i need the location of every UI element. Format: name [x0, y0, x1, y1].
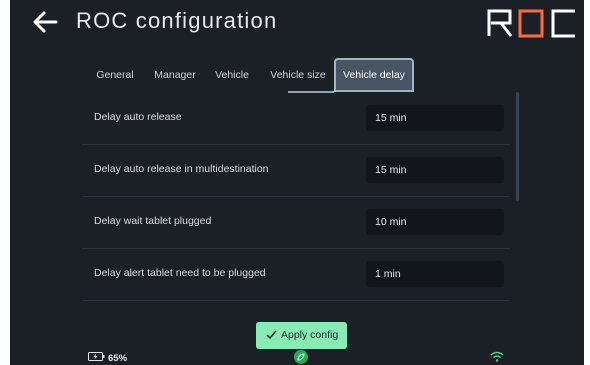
tab-general[interactable]: General	[88, 58, 142, 92]
input-value: 15 min	[375, 112, 407, 124]
leaf-icon	[294, 350, 308, 364]
setting-row: Delay alert tablet need to be plugged 1 …	[82, 249, 510, 301]
tab-vehicle-size[interactable]: Vehicle size	[262, 58, 334, 92]
delay-wait-tablet-plugged-input[interactable]: 10 min	[366, 209, 504, 235]
check-icon	[266, 330, 277, 340]
wifi-icon	[490, 351, 504, 362]
input-value: 1 min	[375, 268, 401, 280]
battery-percent: 65%	[108, 353, 128, 364]
tab-vehicle-delay[interactable]: Vehicle delay	[334, 58, 414, 92]
status-bar: 65%	[10, 348, 584, 365]
setting-label: Delay alert tablet need to be plugged	[94, 267, 266, 279]
roc-logo	[486, 8, 578, 43]
app-screen: ROC configuration General Manager Vehicl…	[10, 0, 584, 365]
input-value: 15 min	[375, 164, 407, 176]
setting-row: Delay wait tablet plugged 10 min	[82, 197, 510, 249]
settings-list: Delay auto release 15 min Delay auto rel…	[82, 93, 510, 301]
delay-auto-release-input[interactable]: 15 min	[366, 105, 504, 131]
delay-alert-tablet-plugged-input[interactable]: 1 min	[366, 261, 504, 287]
setting-row: Delay auto release in multidestination 1…	[82, 145, 510, 197]
back-button[interactable]	[30, 9, 60, 35]
input-value: 10 min	[375, 216, 407, 228]
tab-vehicle[interactable]: Vehicle	[208, 58, 256, 92]
setting-label: Delay wait tablet plugged	[94, 215, 212, 227]
apply-config-label: Apply config	[281, 329, 339, 341]
delay-auto-release-multidestination-input[interactable]: 15 min	[366, 157, 504, 183]
setting-label: Delay auto release in multidestination	[94, 163, 269, 175]
page-title: ROC configuration	[76, 8, 278, 33]
scrollbar[interactable]	[516, 92, 519, 201]
apply-config-button[interactable]: Apply config	[256, 322, 347, 349]
arrow-left-icon	[33, 11, 58, 33]
setting-label: Delay auto release	[94, 111, 182, 123]
battery-charging-icon	[88, 352, 105, 361]
header: ROC configuration	[10, 0, 584, 44]
tab-manager[interactable]: Manager	[148, 58, 202, 92]
setting-row: Delay auto release 15 min	[82, 93, 510, 145]
